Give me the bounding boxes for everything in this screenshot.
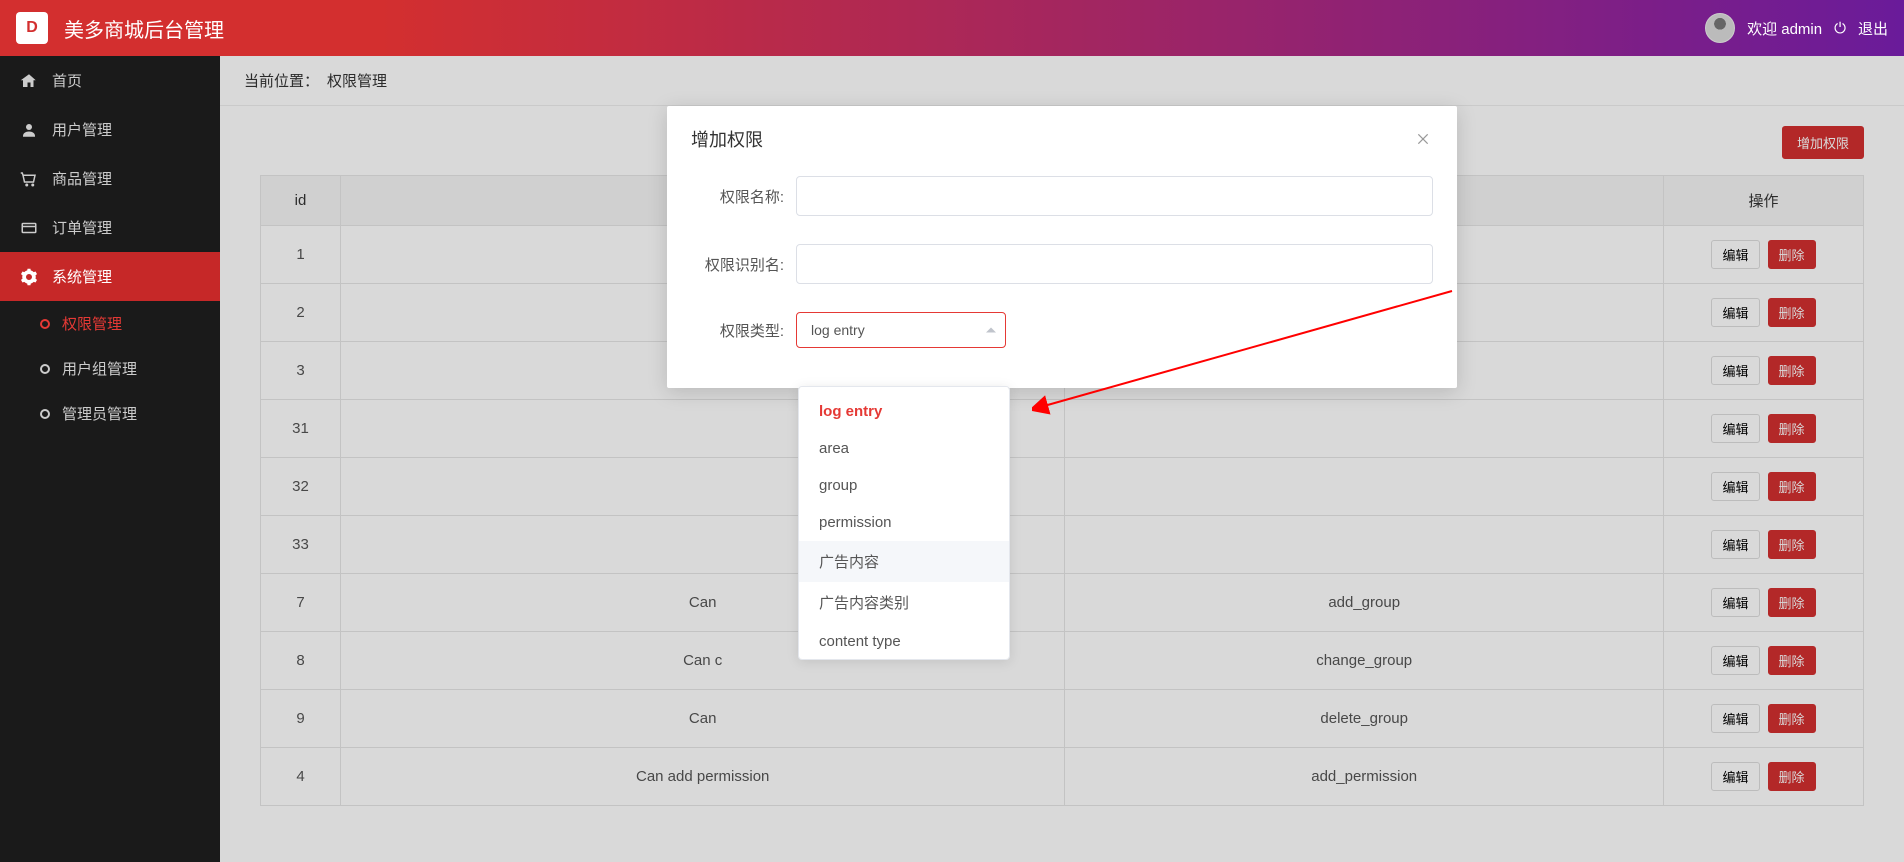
logout-link[interactable]: 退出 [1858,18,1888,39]
app-logo: D [16,12,48,44]
circle-icon [40,319,50,329]
sidebar-sub-label: 管理员管理 [62,403,137,424]
sidebar-sub-groups[interactable]: 用户组管理 [0,346,220,391]
avatar[interactable] [1705,13,1735,43]
dropdown-option[interactable]: content type [799,623,1009,660]
codename-label: 权限识别名: [691,254,796,275]
home-icon [20,72,38,90]
dropdown-option[interactable]: 广告内容类别 [799,582,1009,623]
sidebar-item-goods[interactable]: 商品管理 [0,154,220,203]
sidebar-sub-permissions[interactable]: 权限管理 [0,301,220,346]
sidebar-item-system[interactable]: 系统管理 [0,252,220,301]
sidebar-item-users[interactable]: 用户管理 [0,105,220,154]
main-content: 当前位置： 权限管理 增加权限 id 操作 1 [220,56,1904,862]
gear-icon [20,268,38,286]
app-header: D 美多商城后台管理 欢迎 admin ⏻ 退出 [0,0,1904,56]
dropdown-option[interactable]: 广告内容 [799,541,1009,582]
sidebar-sub-label: 用户组管理 [62,358,137,379]
user-icon [20,121,38,139]
sidebar-item-label: 首页 [52,70,82,91]
type-label: 权限类型: [691,320,796,341]
close-icon[interactable] [1413,129,1433,149]
circle-icon [40,364,50,374]
dropdown-option[interactable]: permission [799,504,1009,541]
card-icon [20,219,38,237]
chevron-up-icon [986,328,996,333]
sidebar: 首页 用户管理 商品管理 订单管理 系统管理 [0,56,220,862]
sidebar-item-home[interactable]: 首页 [0,56,220,105]
power-icon[interactable]: ⏻ [1834,20,1846,37]
sidebar-sub-label: 权限管理 [62,313,122,334]
permission-type-select[interactable]: log entry [796,312,1006,348]
sidebar-item-orders[interactable]: 订单管理 [0,203,220,252]
sidebar-item-label: 商品管理 [52,168,112,189]
sidebar-sub-admins[interactable]: 管理员管理 [0,391,220,436]
permission-name-input[interactable] [796,176,1433,216]
header-right: 欢迎 admin ⏻ 退出 [1705,13,1888,43]
modal-title: 增加权限 [691,126,763,152]
dropdown-option[interactable]: log entry [799,393,1009,430]
permission-codename-input[interactable] [796,244,1433,284]
sidebar-item-label: 系统管理 [52,266,112,287]
dropdown-option[interactable]: area [799,430,1009,467]
circle-icon [40,409,50,419]
welcome-text: 欢迎 admin [1747,18,1822,39]
type-dropdown: log entryareagrouppermission广告内容广告内容类别co… [798,386,1010,660]
add-permission-modal: 增加权限 权限名称: 权限识别名: 权限类型: [667,106,1457,388]
sidebar-item-label: 订单管理 [52,217,112,238]
name-label: 权限名称: [691,186,796,207]
app-title: 美多商城后台管理 [64,14,1705,43]
select-value: log entry [811,322,865,338]
dropdown-option[interactable]: group [799,467,1009,504]
cart-icon [20,170,38,188]
sidebar-item-label: 用户管理 [52,119,112,140]
